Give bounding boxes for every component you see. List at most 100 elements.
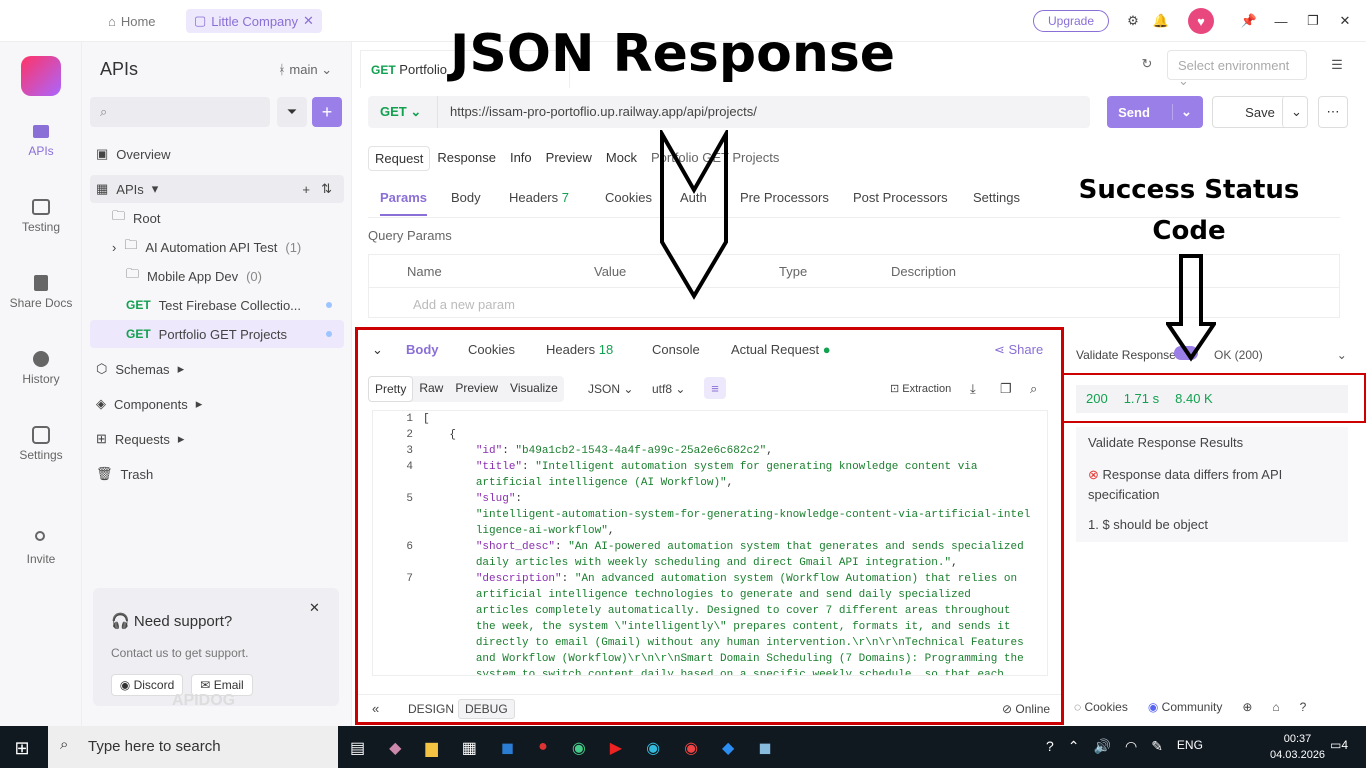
windows-icon[interactable]: ⊞ <box>10 736 34 760</box>
sidebar-item-schemas[interactable]: ⬡ Schemas ▸ <box>90 355 344 383</box>
resp-tab-body[interactable]: Body <box>406 342 439 357</box>
apis-icon: ▦ <box>96 181 109 196</box>
sidebar-item-components[interactable]: ◈ Components ▸ <box>90 390 344 418</box>
extraction-button[interactable]: ⊡ Extraction <box>890 382 951 395</box>
shirt-icon[interactable]: ⌂ <box>1272 700 1279 714</box>
tab-post-processors[interactable]: Post Processors <box>853 190 948 205</box>
refresh-icon[interactable]: ↻ <box>1135 54 1159 74</box>
search-input[interactable]: ⌕ <box>90 97 270 127</box>
tab-cookies[interactable]: Cookies <box>605 190 652 205</box>
sidebar-item-overview[interactable]: ▣ Overview <box>90 140 344 168</box>
rail-invite[interactable]: Invite <box>0 530 82 566</box>
environment-select[interactable]: Select environment ⌄ <box>1167 50 1307 88</box>
branch-selector[interactable]: ᚼ main ⌄ <box>278 62 332 78</box>
taskbar-search[interactable]: ⌕ Type here to search <box>48 726 338 768</box>
notification-icon[interactable]: ▭4 <box>1330 738 1348 752</box>
resp-tab-cookies[interactable]: Cookies <box>468 342 515 357</box>
folder-icon: 🗀 <box>112 208 126 223</box>
more-icon[interactable]: ⋯ <box>1318 96 1348 128</box>
footer-community[interactable]: ◉ Community <box>1148 700 1223 714</box>
footer-cookies[interactable]: ◌ Cookies <box>1074 700 1128 714</box>
resp-tab-headers[interactable]: Headers 18 <box>546 342 613 357</box>
subtab-info[interactable]: Info <box>503 146 539 171</box>
rail-apis[interactable]: APIs <box>0 122 82 158</box>
debug-toggle[interactable]: DEBUG <box>458 699 515 719</box>
format-select[interactable]: JSON ⌄ <box>588 382 633 396</box>
bell-icon[interactable]: 🔔 <box>1150 10 1172 32</box>
sidebar-item-requests[interactable]: ⊞ Requests ▸ <box>90 425 344 453</box>
method-select[interactable]: GET ⌄ <box>368 96 438 128</box>
view-preview[interactable]: Preview <box>449 376 504 402</box>
history-icon <box>33 351 49 367</box>
sidebar-item-trash[interactable]: 🗑 Trash <box>90 460 344 488</box>
home-tab[interactable]: ⌂ Home <box>100 9 164 33</box>
copy-icon[interactable]: ❐ <box>1000 381 1012 397</box>
app-logo <box>21 56 61 96</box>
help-icon[interactable]: ? <box>1300 700 1307 714</box>
subtab-request[interactable]: Request <box>368 146 431 171</box>
avatar[interactable]: ♥ <box>1188 8 1214 34</box>
view-pretty[interactable]: Pretty <box>368 376 414 402</box>
tree-folder-ai[interactable]: › 🗀 AI Automation API Test (1) <box>90 233 344 261</box>
apidog-icon: ◼ <box>758 740 772 757</box>
upgrade-button[interactable]: Upgrade <box>1033 10 1109 32</box>
view-visualize[interactable]: Visualize <box>504 376 564 402</box>
rail-testing[interactable]: Testing <box>0 198 82 234</box>
file-explorer-icon: ▆ <box>425 740 438 757</box>
send-button[interactable]: Send ⌄ <box>1107 96 1203 128</box>
subtab-mock[interactable]: Mock <box>599 146 644 171</box>
resp-tab-console[interactable]: Console <box>652 342 700 357</box>
url-input[interactable]: https://issam-pro-portoflio.up.railway.a… <box>450 104 757 119</box>
tab-body[interactable]: Body <box>451 190 481 205</box>
view-raw[interactable]: Raw <box>413 376 449 402</box>
add-param-input[interactable]: Add a new param <box>413 297 515 312</box>
gear-icon[interactable]: ⚙ <box>1122 10 1144 32</box>
subtab-response[interactable]: Response <box>430 146 503 171</box>
filter-icon[interactable]: ⏷ <box>277 97 307 127</box>
tab-settings[interactable]: Settings <box>973 190 1020 205</box>
tab-pre-processors[interactable]: Pre Processors <box>740 190 829 205</box>
search-icon: ⌕ <box>100 104 108 119</box>
close-icon[interactable]: ✕ <box>309 600 320 616</box>
collapse-left-icon[interactable]: « <box>372 701 379 716</box>
close-icon[interactable]: ✕ <box>303 13 314 29</box>
encoding-select[interactable]: utf8 ⌄ <box>652 382 685 396</box>
close-window-icon[interactable]: ✕ <box>1334 10 1356 32</box>
system-tray[interactable]: ? ⌃ 🔊 ◠ ✎ ENG <box>1046 738 1203 755</box>
save-dropdown-icon[interactable]: ⌄ <box>1282 96 1310 128</box>
tree-endpoint-firebase[interactable]: GET Test Firebase Collectio... <box>90 291 344 319</box>
team-icon: ▢ <box>194 13 207 28</box>
download-icon[interactable]: ⤓ <box>970 381 976 397</box>
taskbar-apps[interactable]: ▤ ◆ ▆ ▦ ◼ ● ◉ ▶ ◉ ◉ ◆ ◼ <box>350 738 772 758</box>
upload-icon[interactable]: ⊕ <box>1242 700 1252 714</box>
tab-headers[interactable]: Headers 7 <box>509 190 569 205</box>
youtube-icon: ▶ <box>609 740 623 757</box>
menu-icon[interactable]: ☰ <box>1322 52 1352 78</box>
collapse-icon[interactable]: ⌄ <box>372 342 383 358</box>
resp-tab-actual[interactable]: Actual Request ● <box>731 342 831 357</box>
error-icon: ⊗ <box>1088 467 1099 482</box>
tree-folder-mobile[interactable]: 🗀 Mobile App Dev (0) <box>90 262 344 290</box>
tab-params[interactable]: Params <box>380 190 427 216</box>
wrap-icon[interactable]: ≡ <box>704 377 726 399</box>
tree-endpoint-portfolio[interactable]: GET Portfolio GET Projects <box>90 320 344 348</box>
share-button[interactable]: ⋖ Share <box>994 342 1043 358</box>
minimize-icon[interactable]: — <box>1270 10 1292 32</box>
rail-settings[interactable]: Settings <box>0 426 82 462</box>
subtab-preview[interactable]: Preview <box>539 146 599 171</box>
team-tab[interactable]: ▢ Little Company ✕ <box>186 9 322 33</box>
sidebar-item-apis[interactable]: ▦ APIs ▾ + ⇅ <box>90 175 344 203</box>
design-toggle[interactable]: DESIGN <box>402 702 460 716</box>
search-icon[interactable]: ⌕ <box>1030 381 1037 397</box>
query-params-label: Query Params <box>368 228 452 243</box>
home-icon: ⌂ <box>108 13 116 29</box>
ok-select[interactable]: OK (200) ⌄ <box>1214 348 1347 362</box>
response-body-code: 1[ 2 { 3 "id": "b49a1cb2-1543-4a4f-a99c-… <box>372 410 1048 676</box>
pin-icon[interactable]: 📌 <box>1238 10 1260 32</box>
maximize-icon[interactable]: ❐ <box>1302 10 1324 32</box>
add-button[interactable]: + <box>312 97 342 127</box>
rail-share-docs[interactable]: Share Docs <box>0 274 82 310</box>
clock[interactable]: 00:37 04.03.2026 <box>1270 731 1325 763</box>
rail-history[interactable]: History <box>0 350 82 386</box>
tree-root[interactable]: 🗀 Root <box>90 204 344 232</box>
